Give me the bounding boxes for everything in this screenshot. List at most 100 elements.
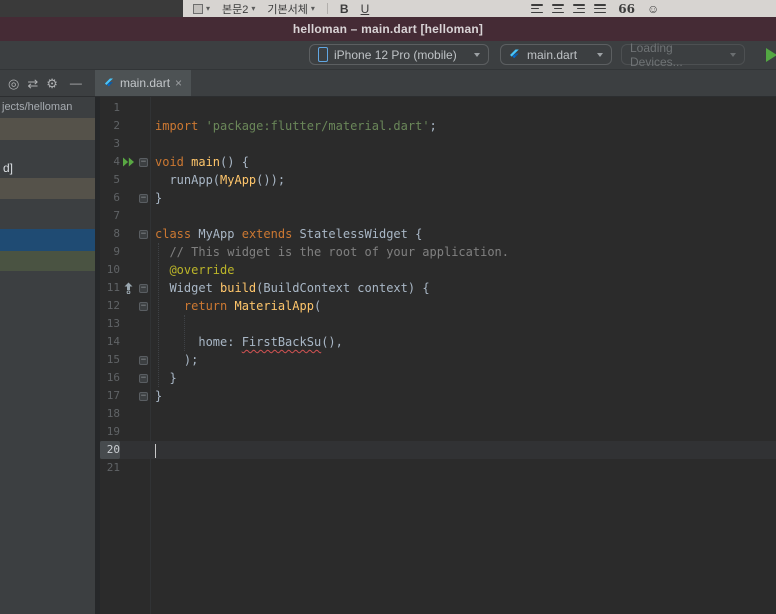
gutter: 2 bbox=[100, 117, 150, 135]
tab-main-dart[interactable]: main.dart × bbox=[95, 70, 192, 96]
code-line[interactable]: 10 @override bbox=[100, 261, 776, 279]
line-number: 21 bbox=[106, 461, 120, 474]
code-editor[interactable]: 1 2 import 'package:flutter/material.dart'… bbox=[100, 97, 776, 614]
line-number: 5 bbox=[113, 173, 120, 186]
code-text: } bbox=[155, 191, 163, 205]
override-gutter-icon[interactable] bbox=[120, 282, 137, 294]
run-gutter-icon[interactable] bbox=[120, 157, 137, 167]
code-line[interactable]: 14 home: FirstBackSu(), bbox=[100, 333, 776, 351]
text-style-select[interactable]: 본문2 ▾ bbox=[222, 1, 255, 17]
fold-marker[interactable]: − bbox=[137, 373, 150, 383]
code-text: import 'package:flutter/material.dart'; bbox=[155, 119, 437, 133]
line-number: 18 bbox=[106, 407, 120, 420]
flutter-icon bbox=[104, 77, 114, 86]
fold-marker[interactable]: − bbox=[137, 157, 150, 167]
align-justify-icon[interactable] bbox=[594, 4, 607, 13]
fold-marker[interactable]: − bbox=[137, 229, 150, 239]
devices-loading-selector[interactable]: Loading Devices... bbox=[621, 41, 745, 69]
code-line[interactable]: 1 bbox=[100, 99, 776, 117]
line-number: 4 bbox=[113, 155, 120, 168]
style-swatch-icon bbox=[193, 3, 203, 14]
close-icon[interactable]: × bbox=[175, 77, 182, 89]
gear-icon[interactable]: ⚙ bbox=[46, 77, 58, 90]
align-right-icon[interactable] bbox=[573, 4, 586, 13]
fold-marker[interactable]: − bbox=[137, 355, 150, 365]
code-line[interactable]: 19 bbox=[100, 423, 776, 441]
line-number: 7 bbox=[113, 209, 120, 222]
gutter: 9 bbox=[100, 243, 150, 261]
gutter: 17 − bbox=[100, 387, 150, 405]
locate-icon[interactable]: ◎ bbox=[8, 77, 19, 90]
line-number: 1 bbox=[113, 101, 120, 114]
code-line[interactable]: 6−} bbox=[100, 189, 776, 207]
title-bar: helloman – main.dart [helloman] bbox=[0, 17, 776, 41]
fold-marker[interactable]: − bbox=[137, 283, 150, 293]
font-select[interactable]: 기본서체 ▾ bbox=[267, 1, 315, 17]
emoji-button[interactable]: ☺ bbox=[647, 2, 659, 16]
gutter: 8− bbox=[100, 225, 150, 243]
align-center-icon[interactable] bbox=[552, 4, 565, 13]
bold-button[interactable]: B bbox=[340, 2, 349, 16]
code-line[interactable]: 5 runApp(MyApp()); bbox=[100, 171, 776, 189]
code-text: } bbox=[155, 389, 163, 403]
code-line[interactable]: 13 bbox=[100, 315, 776, 333]
line-number: 14 bbox=[106, 335, 120, 348]
chevron-down-icon: ▾ bbox=[206, 3, 211, 13]
project-tree-row-selected[interactable] bbox=[0, 229, 95, 251]
line-number: 19 bbox=[106, 425, 120, 438]
paragraph-style-button[interactable]: ▾ bbox=[193, 3, 211, 14]
fold-marker[interactable]: − bbox=[137, 391, 150, 401]
quote-button[interactable]: 66 bbox=[618, 2, 635, 16]
gutter: 19 bbox=[100, 423, 150, 441]
code-line[interactable]: 12 − return MaterialApp( bbox=[100, 297, 776, 315]
code-line[interactable]: 11 − Widget build(BuildContext context) { bbox=[100, 279, 776, 297]
chevron-down-icon: ▾ bbox=[310, 3, 315, 13]
window-title: helloman – main.dart [helloman] bbox=[292, 22, 484, 36]
code-line[interactable]: 7 bbox=[100, 207, 776, 225]
code-text: return MaterialApp( bbox=[183, 299, 322, 313]
gutter: 16 − bbox=[100, 369, 150, 387]
line-number: 6 bbox=[113, 191, 120, 204]
code-line[interactable]: 17 −} bbox=[100, 387, 776, 405]
project-tree-row[interactable] bbox=[0, 118, 95, 140]
line-number: 16 bbox=[106, 371, 120, 384]
align-left-icon[interactable] bbox=[531, 4, 544, 13]
gutter: 6− bbox=[100, 189, 150, 207]
run-toolbar: iPhone 12 Pro (mobile) main.dart Loading… bbox=[0, 41, 776, 70]
code-line[interactable]: 18 bbox=[100, 405, 776, 423]
line-number: 17 bbox=[106, 389, 120, 402]
tab-bar: ◎ ⇄ ⚙ — main.dart × bbox=[0, 70, 776, 97]
code-line[interactable]: 15 − ); bbox=[100, 351, 776, 369]
project-tree-row[interactable] bbox=[0, 251, 95, 271]
project-root-label[interactable]: jects/helloman bbox=[2, 101, 72, 113]
code-line[interactable]: 20 bbox=[100, 441, 776, 459]
hide-panel-icon[interactable]: — bbox=[70, 77, 82, 89]
chevron-down-icon bbox=[730, 52, 736, 57]
gutter: 10 bbox=[100, 261, 150, 279]
gutter: 21 bbox=[100, 459, 150, 477]
line-number: 20 bbox=[100, 441, 120, 459]
code-line[interactable]: 3 bbox=[100, 135, 776, 153]
run-button[interactable] bbox=[766, 48, 776, 62]
gutter: 7 bbox=[100, 207, 150, 225]
project-tree-row[interactable] bbox=[0, 178, 95, 199]
fold-marker[interactable]: − bbox=[137, 193, 150, 203]
device-selector[interactable]: iPhone 12 Pro (mobile) bbox=[309, 44, 489, 65]
fold-marker[interactable]: − bbox=[137, 301, 150, 311]
code-line[interactable]: 21 bbox=[100, 459, 776, 477]
code-line[interactable]: 8− class MyApp extends StatelessWidget { bbox=[100, 225, 776, 243]
run-config-selector[interactable]: main.dart bbox=[500, 44, 612, 65]
code-text bbox=[150, 441, 156, 459]
underline-button[interactable]: U bbox=[361, 2, 370, 16]
swap-icon[interactable]: ⇄ bbox=[27, 77, 38, 90]
code-line[interactable]: 16 − } bbox=[100, 369, 776, 387]
project-tree-item[interactable]: d] bbox=[3, 161, 13, 175]
code-text: runApp(MyApp()); bbox=[155, 173, 286, 187]
code-line[interactable]: 2 import 'package:flutter/material.dart'; bbox=[100, 117, 776, 135]
code-line[interactable]: 4− void main() { bbox=[100, 153, 776, 171]
code-line[interactable]: 9 // This widget is the root of your app… bbox=[100, 243, 776, 261]
ide-window: ▾ 본문2 ▾ 기본서체 ▾ B U 66 ☺ helloman – main.… bbox=[0, 0, 776, 614]
